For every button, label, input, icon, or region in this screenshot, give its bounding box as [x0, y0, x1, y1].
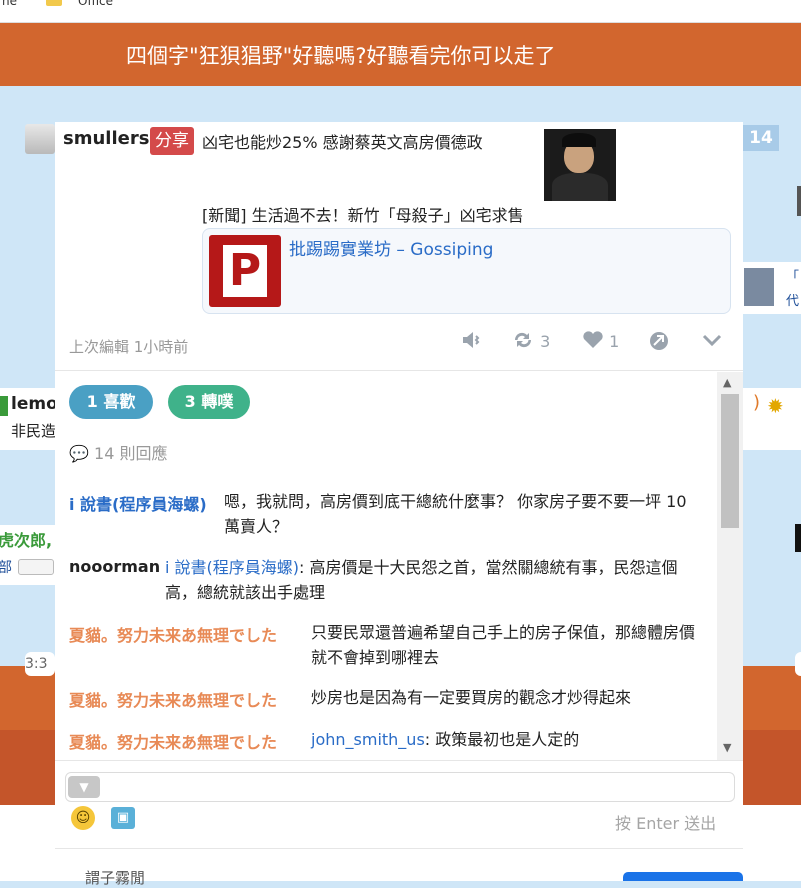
background-card[interactable]: 虎次郎, 部: [0, 525, 58, 585]
background-text: 非民造: [11, 422, 57, 440]
speech-bubble-icon: 💬: [69, 444, 89, 463]
ptt-logo-icon: P: [209, 235, 281, 307]
divider: [55, 760, 743, 761]
divider: [55, 370, 743, 371]
globe-link-icon: [650, 332, 668, 350]
like-button[interactable]: 1: [582, 330, 619, 351]
background-card[interactable]: lemo 非民造: [0, 388, 58, 450]
share-qualifier-badge: 分享: [150, 127, 194, 155]
replurk-icon: [514, 332, 532, 348]
folder-icon: [46, 0, 62, 6]
comment-author[interactable]: 夏貓。努力未来あ無理でした: [69, 729, 277, 753]
reply-count: 💬 14 則回應: [69, 440, 167, 464]
comments-list[interactable]: 1 喜歡 3 轉噗 💬 14 則回應 i 說書(程序員海螺) 嗯，我就問，高房價…: [55, 372, 717, 760]
edited-timestamp: 上次編輯 1小時前: [69, 338, 189, 356]
post-image-thumbnail[interactable]: [544, 129, 616, 201]
comment-mention[interactable]: john_smith_us: [311, 730, 425, 749]
background-chip: [18, 559, 54, 575]
comment-author[interactable]: 夏貓。努力未来あ無理でした: [69, 622, 277, 646]
link-button[interactable]: [648, 330, 670, 356]
background-user: lemo: [11, 394, 58, 414]
expand-menu-button[interactable]: [701, 330, 723, 354]
avatar: [744, 268, 774, 306]
background-time: 3:3: [25, 652, 55, 676]
background-card-text: 「 代: [786, 270, 800, 309]
plurk-panel: smullers 分享 凶宅也能炒25% 感謝蔡英文高房價德政 [新聞] 生活過…: [55, 122, 743, 887]
image-upload-icon[interactable]: ▣: [111, 807, 135, 829]
footer-button[interactable]: [623, 872, 743, 881]
scrollbar-thumb[interactable]: [721, 394, 739, 528]
paren-icon: ): [753, 392, 761, 413]
comment-text: : 政策最初也是人定的: [424, 730, 580, 749]
link-preview-title[interactable]: 批踢踢實業坊 – Gossiping: [289, 235, 493, 260]
photo-hair: [562, 133, 596, 147]
background-fragment: [795, 652, 801, 676]
avatar: [0, 396, 8, 416]
scroll-up-arrow-icon[interactable]: ▲: [723, 376, 731, 389]
background-user: 虎次郎,: [0, 531, 53, 550]
post-text: 凶宅也能炒25% 感謝蔡英文高房價德政: [202, 133, 483, 152]
comment-text: 嗯，我就問，高房價到底干總統什麼事？ 你家房子要不要一坪 10 萬賣人？: [224, 492, 687, 536]
link-preview-card[interactable]: P 批踢踢實業坊 – Gossiping: [202, 228, 731, 314]
heart-icon: [583, 331, 603, 348]
background-fragment: [795, 524, 801, 552]
comment-text: 只要民眾還普遍希望自己手上的房子保值，那總體房價就不會掉到哪裡去: [311, 623, 696, 667]
page-title: 四個字"狂狽猖野"好聽嗎?好聽看完你可以走了: [126, 44, 556, 68]
divider: [55, 848, 743, 849]
comment-author[interactable]: i 說書(程序員海螺): [69, 491, 207, 515]
background-fragment: [797, 186, 801, 216]
qualifier-dropdown-icon[interactable]: ▼: [68, 776, 100, 798]
emoticon-icon[interactable]: ☺: [71, 806, 95, 830]
mute-button[interactable]: [461, 330, 483, 354]
reply-count-text: 14 則回應: [94, 444, 168, 463]
photo-body: [552, 173, 608, 201]
reply-input[interactable]: ▼: [65, 772, 735, 802]
comment-author[interactable]: 夏貓。努力未来あ無理でした: [69, 687, 277, 711]
comment-mention[interactable]: i 說書(程序員海螺): [165, 558, 299, 577]
avatar[interactable]: [25, 124, 55, 154]
bookmark-item-office[interactable]: Office: [78, 0, 113, 8]
post-username[interactable]: smullers: [63, 128, 149, 149]
background-text: 部: [0, 560, 12, 576]
replurk-button[interactable]: 3: [511, 330, 550, 351]
scroll-down-arrow-icon[interactable]: ▼: [723, 741, 731, 754]
bookmark-item[interactable]: ne: [2, 0, 17, 8]
post-news-title: [新聞] 生活過不去！新竹「母殺子」凶宅求售: [202, 206, 524, 225]
sun-emoji-icon: ✹: [767, 394, 784, 418]
replurk-count: 3: [540, 332, 551, 351]
background-card[interactable]: ) ✹: [743, 388, 801, 450]
likes-pill[interactable]: 1 喜歡: [69, 385, 153, 419]
comment-body: john_smith_us: 政策最初也是人定的: [311, 727, 701, 752]
like-count: 1: [609, 332, 620, 351]
footer-text: 謂子霧閒: [85, 869, 146, 887]
ptt-logo-letter: P: [223, 245, 267, 297]
bookmarks-bar: ne Office: [0, 0, 801, 23]
comment-text: 炒房也是因為有一定要買房的觀念才炒得起來: [311, 688, 632, 707]
replurks-pill[interactable]: 3 轉噗: [168, 385, 250, 419]
page-header: 四個字"狂狽猖野"好聽嗎?好聽看完你可以走了: [0, 23, 801, 86]
response-count-badge[interactable]: 14: [743, 125, 779, 151]
enter-to-send-hint: 按 Enter 送出: [615, 814, 717, 833]
comment-author[interactable]: nooorman: [69, 557, 160, 576]
background-card[interactable]: 「 代: [740, 262, 801, 314]
mute-icon: [463, 332, 480, 348]
comment-body: i 說書(程序員海螺): 高房價是十大民怨之首，當然關總統有事，民怨這個高，總統…: [165, 555, 705, 605]
chevron-down-icon: [702, 334, 722, 347]
